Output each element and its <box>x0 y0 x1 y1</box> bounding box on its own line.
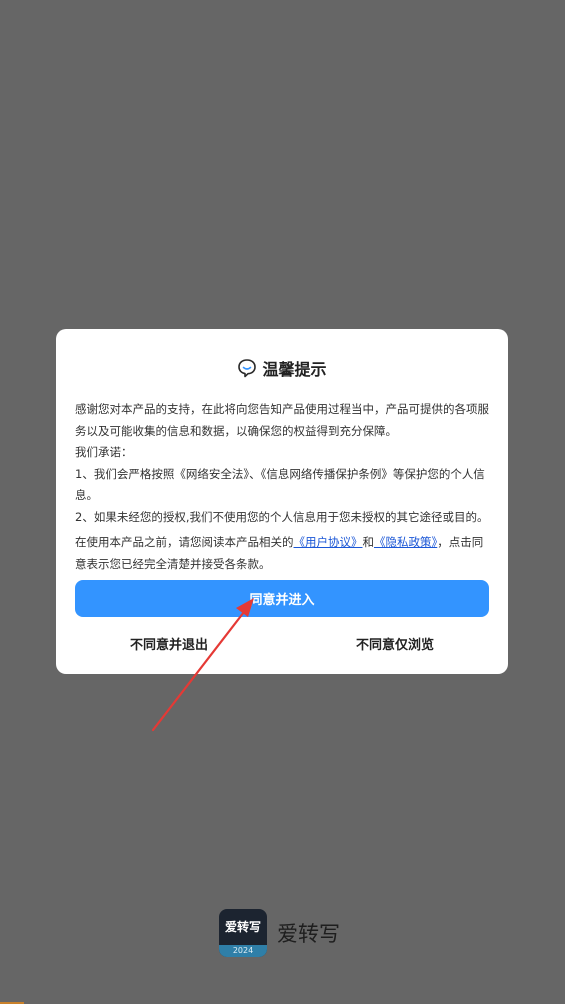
app-logo-text: 爱转写 <box>224 920 261 934</box>
chat-bubble-icon <box>237 358 257 378</box>
dialog-title: 温馨提示 <box>262 360 327 379</box>
brand-footer: 爱转写 2024 爱转写 <box>219 909 340 957</box>
disagree-exit-button[interactable]: 不同意并退出 <box>130 635 208 657</box>
privacy-policy-link[interactable]: 《隐私政策》 <box>374 535 437 549</box>
intro-text: 感谢您对本产品的支持，在此将向您告知产品使用过程当中，产品可提供的各项服务以及可… <box>75 402 489 438</box>
privacy-dialog: 温馨提示 感谢您对本产品的支持，在此将向您告知产品使用过程当中，产品可提供的各项… <box>56 329 508 674</box>
notice-text: 在使用本产品之前，请您阅读本产品相关的《用户协议》和《隐私政策》，点击同意表示您… <box>75 532 493 575</box>
secondary-actions: 不同意并退出 不同意仅浏览 <box>56 635 508 657</box>
dialog-body: 感谢您对本产品的支持，在此将向您告知产品使用过程当中，产品可提供的各项服务以及可… <box>75 399 493 575</box>
promise-item-2: 2、如果未经您的授权,我们不使用您的个人信息用于您未授权的其它途径或目的。 <box>75 509 489 524</box>
app-logo-icon: 爱转写 2024 <box>219 909 267 957</box>
app-logo-year: 2024 <box>232 946 254 955</box>
and-text: 和 <box>362 535 375 549</box>
agree-enter-button[interactable]: 同意并进入 <box>75 580 489 617</box>
notice-before-text: 在使用本产品之前，请您阅读本产品相关的 <box>75 535 294 549</box>
user-agreement-link[interactable]: 《用户协议》 <box>294 535 363 549</box>
disagree-browse-button[interactable]: 不同意仅浏览 <box>356 635 434 657</box>
dialog-header: 温馨提示 <box>56 355 508 381</box>
promise-heading: 我们承诺： <box>75 445 133 459</box>
promise-item-1: 1、我们会严格按照《网络安全法》、《信息网络传播保护条例》等保护您的个人信息。 <box>75 466 485 503</box>
app-name: 爱转写 <box>277 922 340 946</box>
